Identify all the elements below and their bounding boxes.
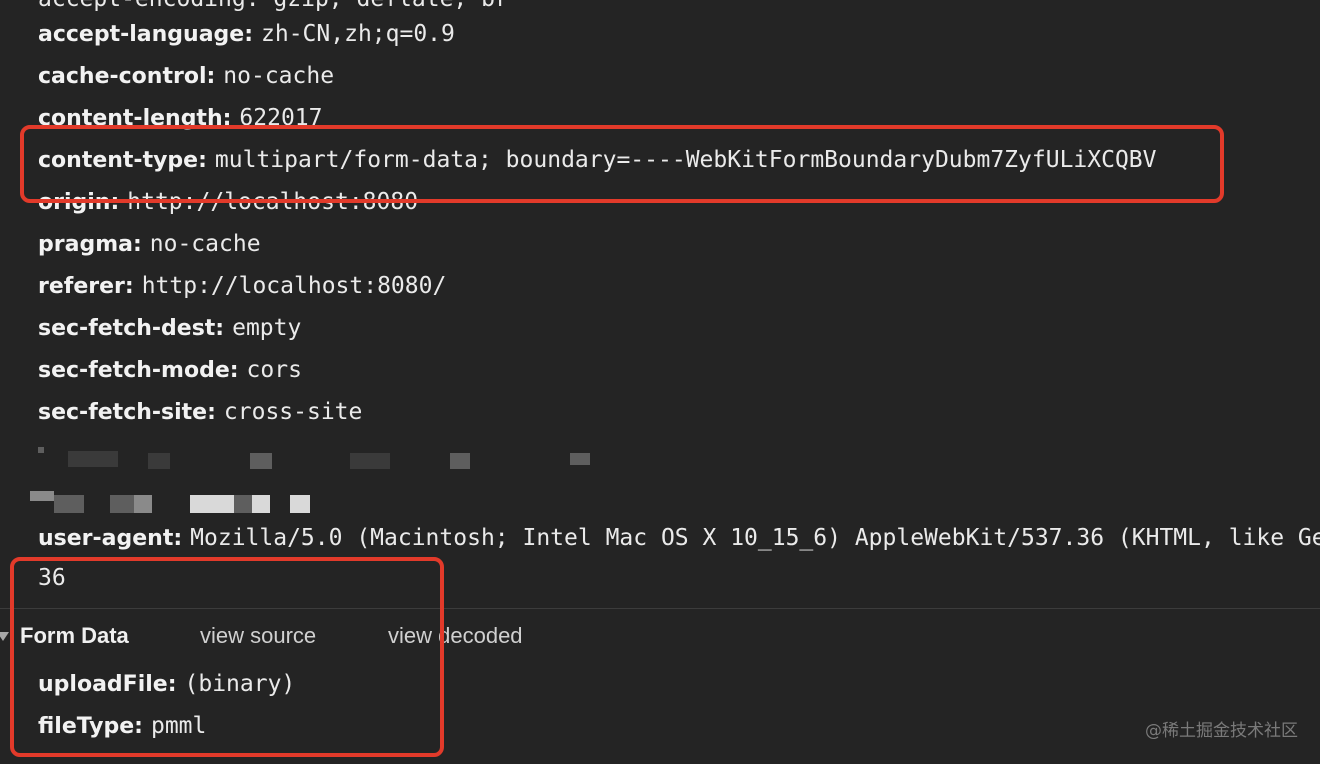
header-value: zh-CN,zh;q=0.9 (261, 21, 455, 47)
header-value: no-cache (223, 63, 335, 89)
header-value: Mozilla/5.0 (Macintosh; Intel Mac OS X 1… (190, 525, 1320, 551)
headers-panel: accept-encoding: gzip, deflate, br accep… (0, 0, 1320, 764)
header-key: cache-control: (38, 64, 216, 89)
header-row-user-agent: user-agent: Mozilla/5.0 (Macintosh; Intel… (38, 517, 1320, 559)
header-value: empty (232, 315, 302, 341)
header-value: cross-site (223, 399, 363, 425)
header-value: http://localhost:8080/ (141, 273, 447, 299)
header-key: sec-fetch-dest: (38, 316, 225, 341)
header-value: no-cache (149, 231, 261, 257)
header-row-pragma: pragma: no-cache (38, 223, 261, 265)
redacted-header-row (30, 475, 638, 517)
header-key: sec-fetch-mode: (38, 358, 239, 383)
header-key: accept-language: (38, 22, 254, 47)
header-row-referer: referer: http://localhost:8080/ (38, 265, 446, 307)
redacted-header-row (38, 433, 638, 475)
header-key: sec-fetch-site: (38, 400, 216, 425)
header-partial-text: accept-encoding: gzip, deflate, br (38, 0, 509, 12)
header-value: cors (246, 357, 302, 383)
header-row-sec-fetch-dest: sec-fetch-dest: empty (38, 307, 301, 349)
watermark: @稀土掘金技术社区 (1145, 721, 1298, 741)
highlight-box-form-data (10, 557, 444, 757)
header-key: referer: (38, 274, 134, 299)
header-key: user-agent: (38, 526, 183, 551)
header-row-sec-fetch-mode: sec-fetch-mode: cors (38, 349, 302, 391)
header-row-sec-fetch-site: sec-fetch-site: cross-site (38, 391, 362, 433)
header-row-cache-control: cache-control: no-cache (38, 55, 334, 97)
highlight-box-content-type (20, 125, 1224, 203)
header-key: pragma: (38, 232, 142, 257)
header-row-accept-language: accept-language: zh-CN,zh;q=0.9 (38, 13, 455, 55)
triangle-down-icon[interactable] (0, 632, 9, 641)
